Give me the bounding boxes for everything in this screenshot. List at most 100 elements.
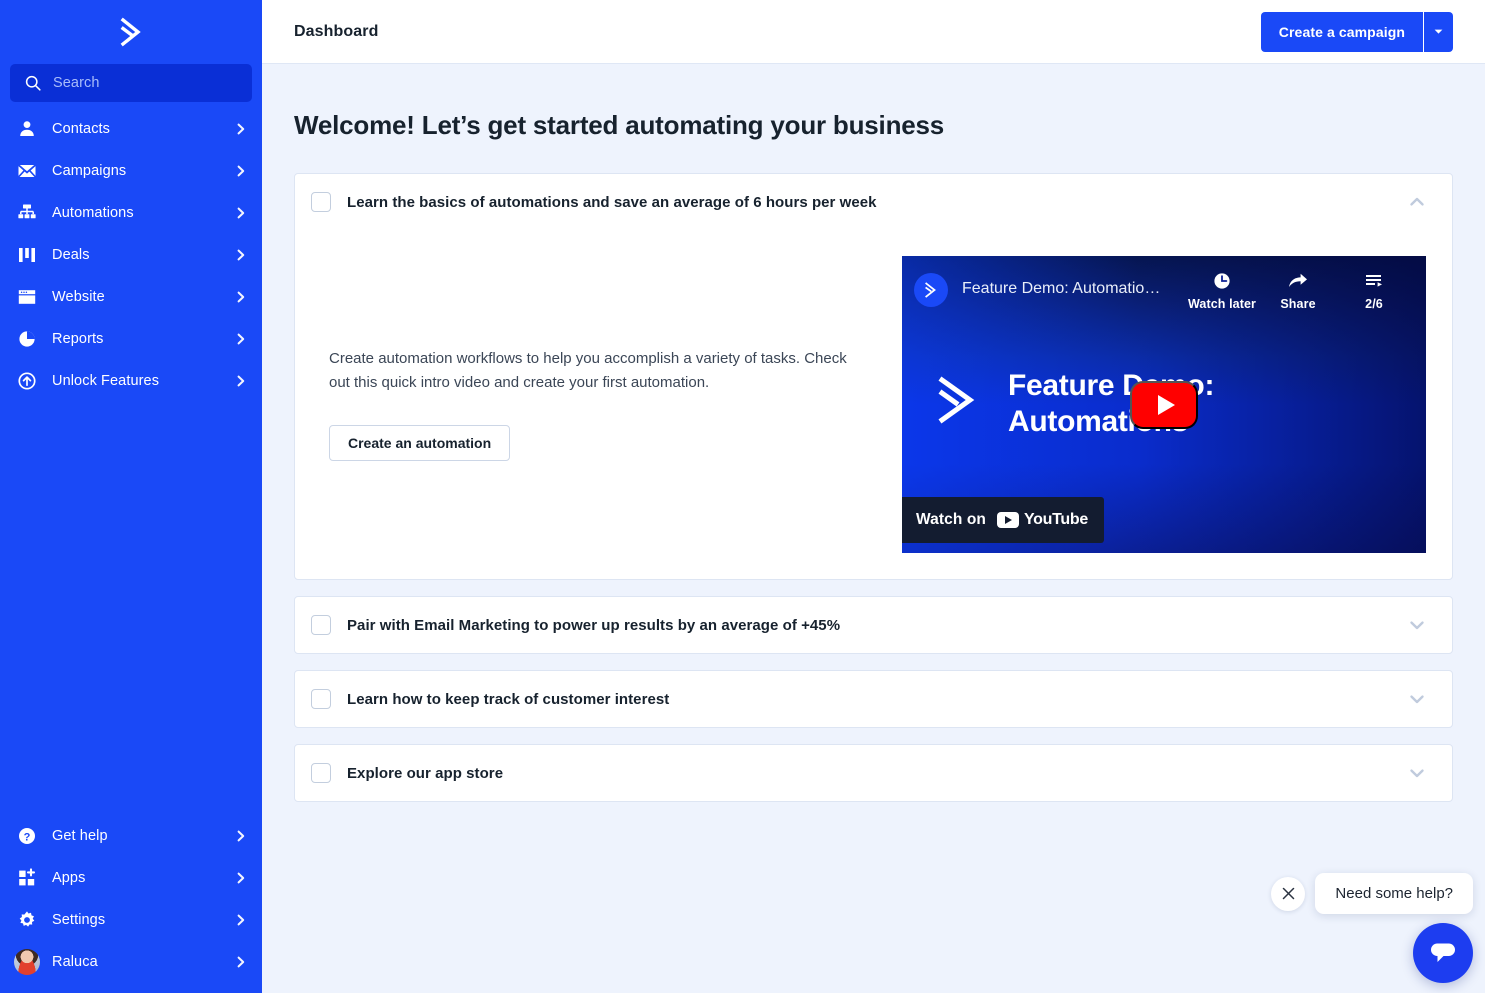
app-root: Contacts Campaigns	[0, 0, 1485, 993]
arrow-up-circle-icon	[16, 370, 38, 392]
sidebar-item-label: Settings	[52, 912, 106, 928]
card-title: Explore our app store	[347, 764, 504, 782]
chevron-right-icon	[237, 123, 245, 135]
sidebar-item-label: Get help	[52, 828, 108, 844]
onboarding-card-automations: Learn the basics of automations and save…	[294, 173, 1453, 580]
envelope-icon	[16, 160, 38, 182]
chat-launcher-button[interactable]	[1413, 923, 1473, 983]
search-icon	[25, 75, 41, 91]
svg-text:?: ?	[24, 831, 31, 843]
sidebar-search-wrap	[0, 64, 262, 102]
youtube-logo-icon: YouTube	[996, 511, 1088, 529]
create-automation-button[interactable]: Create an automation	[329, 424, 511, 461]
question-circle-icon: ?	[16, 825, 38, 847]
avatar	[14, 949, 40, 975]
sidebar-item-label: Unlock Features	[52, 373, 160, 389]
sidebar-logo[interactable]	[0, 0, 262, 64]
watch-later-label: Watch later	[1187, 297, 1256, 311]
card-header[interactable]: Pair with Email Marketing to power up re…	[295, 597, 1452, 653]
sidebar-item-reports[interactable]: Reports	[0, 318, 262, 360]
chevron-right-icon	[237, 830, 245, 842]
sidebar-item-unlock-features[interactable]: Unlock Features	[0, 360, 262, 402]
youtube-wordmark: YouTube	[1023, 511, 1088, 528]
sidebar-item-get-help[interactable]: ? Get help	[0, 815, 262, 857]
chevron-right-icon	[237, 872, 245, 884]
sidebar-item-automations[interactable]: Automations	[0, 192, 262, 234]
sidebar-item-label: Campaigns	[52, 163, 127, 179]
sidebar-nav-primary: Contacts Campaigns Automations Deals Web…	[0, 108, 262, 402]
content-scroll: Welcome! Let’s get started automating yo…	[262, 64, 1485, 993]
card-title: Learn the basics of automations and save…	[347, 193, 877, 211]
card-checkbox[interactable]	[311, 192, 331, 212]
chat-widget: Need some help?	[1271, 873, 1473, 983]
pie-chart-icon	[16, 328, 38, 350]
youtube-play-button-icon[interactable]	[1130, 380, 1198, 429]
chat-prompt-bubble[interactable]: Need some help?	[1315, 873, 1473, 914]
create-campaign-button[interactable]: Create a campaign	[1260, 11, 1423, 52]
card-checkbox[interactable]	[311, 689, 331, 709]
chevron-right-icon	[237, 333, 245, 345]
card-header[interactable]: Explore our app store	[295, 745, 1452, 801]
sidebar-item-label: Automations	[52, 205, 134, 221]
playlist-icon	[1336, 270, 1412, 292]
video-player[interactable]: Feature Demo: Automatio… Watch later Sha…	[902, 256, 1426, 553]
caret-down-icon	[1434, 29, 1443, 34]
chevron-down-icon[interactable]	[1406, 762, 1428, 784]
activecampaign-channel-avatar-icon	[914, 273, 948, 307]
activecampaign-chevron-logo-icon	[938, 376, 975, 424]
sidebar-item-settings[interactable]: Settings	[0, 899, 262, 941]
clock-icon	[1184, 270, 1260, 292]
grid-plus-icon	[16, 867, 38, 889]
activecampaign-chevron-logo-icon	[120, 17, 141, 47]
watch-later-action[interactable]: Watch later	[1184, 270, 1260, 311]
playlist-counter: 2/6	[1365, 297, 1383, 311]
close-icon	[1282, 887, 1295, 900]
sidebar-item-apps[interactable]: Apps	[0, 857, 262, 899]
card-checkbox[interactable]	[311, 615, 331, 635]
main-area: Dashboard Create a campaign Welcome! Let…	[262, 0, 1485, 993]
sidebar-item-deals[interactable]: Deals	[0, 234, 262, 276]
video-top-bar: Feature Demo: Automatio… Watch later Sha…	[902, 256, 1426, 328]
youtube-play-box-icon	[996, 512, 1019, 528]
search-input[interactable]	[53, 75, 238, 91]
card-title: Pair with Email Marketing to power up re…	[347, 616, 841, 634]
gear-icon	[16, 909, 38, 931]
sitemap-icon	[16, 202, 38, 224]
sidebar-item-label: Deals	[52, 247, 90, 263]
video-title[interactable]: Feature Demo: Automatio…	[962, 270, 1184, 308]
kanban-columns-icon	[16, 244, 38, 266]
browser-window-icon	[16, 286, 38, 308]
sidebar-item-contacts[interactable]: Contacts	[0, 108, 262, 150]
person-icon	[16, 118, 38, 140]
sidebar-item-label: Reports	[52, 331, 104, 347]
play-triangle-icon	[1157, 394, 1175, 415]
chevron-up-icon[interactable]	[1406, 191, 1428, 213]
chevron-down-icon[interactable]	[1406, 614, 1428, 636]
card-body: Create automation workflows to help you …	[295, 230, 1452, 579]
chevron-down-icon[interactable]	[1406, 688, 1428, 710]
card-checkbox[interactable]	[311, 763, 331, 783]
sidebar-nav-secondary: ? Get help Apps Settings Raluca	[0, 815, 262, 993]
playlist-counter-action[interactable]: 2/6	[1336, 270, 1412, 311]
sidebar-item-label: Contacts	[52, 121, 111, 137]
chat-close-button[interactable]	[1271, 876, 1306, 911]
search-box[interactable]	[10, 64, 252, 102]
chevron-right-icon	[237, 207, 245, 219]
chevron-right-icon	[237, 291, 245, 303]
sidebar-item-label: Apps	[52, 870, 86, 886]
topbar: Dashboard Create a campaign	[262, 0, 1485, 64]
card-header[interactable]: Learn the basics of automations and save…	[295, 174, 1452, 230]
chevron-right-icon	[237, 914, 245, 926]
create-campaign-dropdown-button[interactable]	[1423, 11, 1453, 52]
card-header[interactable]: Learn how to keep track of customer inte…	[295, 671, 1452, 727]
watch-on-label: Watch on	[916, 511, 986, 528]
page-heading: Welcome! Let’s get started automating yo…	[294, 110, 945, 140]
sidebar-item-account[interactable]: Raluca	[0, 941, 262, 983]
share-action[interactable]: Share	[1260, 270, 1336, 311]
watch-on-youtube-button[interactable]: Watch on YouTube	[902, 497, 1104, 543]
chevron-right-icon	[237, 249, 245, 261]
sidebar-item-campaigns[interactable]: Campaigns	[0, 150, 262, 192]
sidebar-item-website[interactable]: Website	[0, 276, 262, 318]
onboarding-card-email-marketing: Pair with Email Marketing to power up re…	[294, 596, 1453, 654]
